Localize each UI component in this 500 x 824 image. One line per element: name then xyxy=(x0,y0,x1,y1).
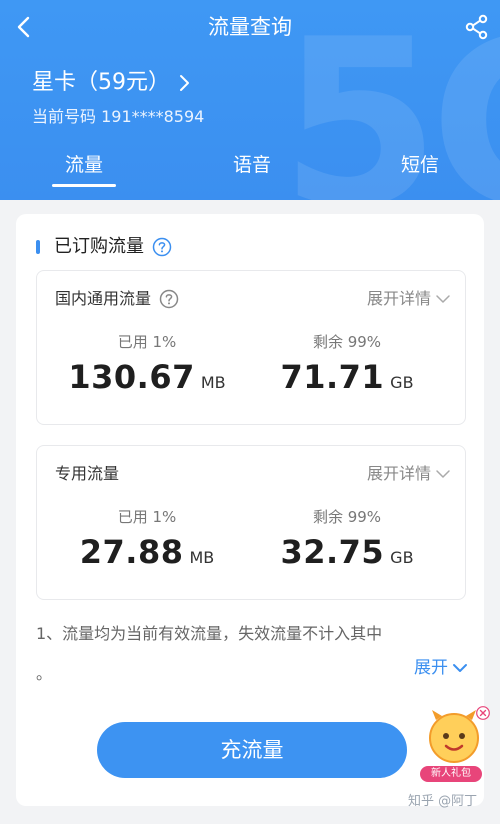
usage-box-domestic: 国内通用流量 展开详情 已用 1% 130.67 MB 剩余 99% 71.71 G… xyxy=(36,270,466,425)
phone-number: 当前号码 191****8594 xyxy=(32,107,205,126)
expand-details-label: 展开详情 xyxy=(366,289,431,308)
usage-box-dedicated: 专用流量 展开详情 已用 1% 27.88 MB 剩余 99% 32.75 GB xyxy=(36,445,466,600)
used-value: 130.67 xyxy=(68,358,195,396)
usage-box-title: 专用流量 xyxy=(55,462,119,486)
remaining-label: 剩余 99% xyxy=(312,508,382,526)
used-label: 已用 1% xyxy=(117,508,177,526)
chevron-down-icon xyxy=(436,470,450,478)
close-icon[interactable] xyxy=(476,706,490,720)
remaining-label: 剩余 99% xyxy=(312,333,382,351)
section-accent-bar xyxy=(36,240,40,254)
remaining-value: 32.75 xyxy=(280,533,385,571)
header: 5G 流量查询 星卡（59元） 当前号码 191****8594 流量 语音 短… xyxy=(0,0,500,200)
remaining-unit: GB xyxy=(390,548,414,567)
section-header: 已订购流量 xyxy=(36,234,172,260)
tab-active-indicator xyxy=(52,184,116,187)
note-text: 1、流量均为当前有效流量，失效流量不计入其中 xyxy=(36,624,383,643)
remaining-value-row: 32.75 GB xyxy=(247,532,447,578)
tab-data[interactable]: 流量 xyxy=(34,150,134,180)
remaining-value-row: 71.71 GB xyxy=(247,357,447,403)
used-unit: MB xyxy=(200,373,226,392)
expand-details-label: 展开详情 xyxy=(366,464,431,483)
usage-box-title: 国内通用流量 xyxy=(55,287,179,311)
tab-bar: 流量 语音 短信 xyxy=(0,150,500,190)
expand-details-button[interactable]: 展开详情 xyxy=(367,462,451,486)
used-value-row: 130.67 MB xyxy=(47,357,247,403)
remaining-unit: GB xyxy=(390,373,414,392)
section-title: 已订购流量 xyxy=(54,236,144,257)
tab-sms[interactable]: 短信 xyxy=(370,150,470,180)
used-stat: 已用 1% 130.67 MB xyxy=(47,331,247,403)
promo-label[interactable]: 新人礼包 xyxy=(420,766,482,782)
remaining-stat: 剩余 99% 71.71 GB xyxy=(247,331,447,403)
plan-selector[interactable]: 星卡（59元） xyxy=(32,68,192,98)
share-icon[interactable] xyxy=(462,12,492,42)
expand-details-button[interactable]: 展开详情 xyxy=(367,287,451,311)
plan-name: 星卡（59元） xyxy=(32,70,170,95)
used-value-row: 27.88 MB xyxy=(47,532,247,578)
watermark: 知乎 @阿丁 xyxy=(408,794,478,809)
help-icon[interactable] xyxy=(159,289,179,309)
page-title: 流量查询 xyxy=(208,15,292,39)
chevron-down-icon xyxy=(453,664,467,672)
used-unit: MB xyxy=(189,548,215,567)
note-expand-button[interactable]: 展开 xyxy=(414,656,468,680)
used-stat: 已用 1% 27.88 MB xyxy=(47,506,247,578)
tab-voice[interactable]: 语音 xyxy=(202,150,302,180)
note-text-continued: 。 xyxy=(36,664,53,683)
recharge-button[interactable]: 充流量 xyxy=(97,722,407,778)
chevron-down-icon xyxy=(436,295,450,303)
remaining-stat: 剩余 99% 32.75 GB xyxy=(247,506,447,578)
usage-title-text: 国内通用流量 xyxy=(55,289,152,308)
remaining-value: 71.71 xyxy=(280,358,385,396)
usage-title-text: 专用流量 xyxy=(55,464,120,483)
help-icon[interactable] xyxy=(152,237,172,257)
chevron-right-icon xyxy=(180,75,189,91)
note-expand-label: 展开 xyxy=(414,658,448,678)
used-value: 27.88 xyxy=(79,533,184,571)
used-label: 已用 1% xyxy=(117,333,177,351)
